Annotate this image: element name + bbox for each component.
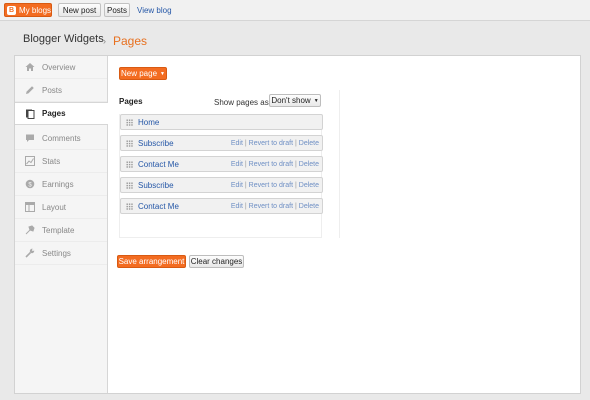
sidebar-item-posts[interactable]: Posts <box>15 79 107 102</box>
sidebar-item-label: Settings <box>42 248 71 258</box>
list-item[interactable]: Contact Me Edit | Revert to draft | Dele… <box>120 198 323 214</box>
pages-list: Home Subscribe Edit | Revert to draft | … <box>119 114 323 238</box>
sidebar-item-label: Stats <box>42 156 61 166</box>
edit-link[interactable]: Edit <box>231 182 243 189</box>
drag-handle-icon[interactable] <box>126 202 133 210</box>
blog-title: Blogger Widgets <box>23 33 104 45</box>
clear-changes-label: Clear changes <box>190 257 243 266</box>
chevron-down-icon: ▼ <box>160 70 165 77</box>
my-blogs-button[interactable]: B My blogs <box>4 3 52 17</box>
revert-to-draft-link[interactable]: Revert to draft <box>249 161 293 168</box>
sidebar-item-overview[interactable]: Overview <box>15 56 107 79</box>
chevron-down-icon: ▼ <box>313 97 319 104</box>
edit-link[interactable]: Edit <box>231 161 243 168</box>
sidebar-item-pages[interactable]: Pages <box>15 102 108 125</box>
list-item[interactable]: Subscribe Edit | Revert to draft | Delet… <box>120 177 323 193</box>
sidebar-item-comments[interactable]: Comments <box>15 127 107 150</box>
page-actions: Edit | Revert to draft | Delete <box>230 160 319 168</box>
home-icon <box>25 62 35 72</box>
main-panel: Overview Posts Pages Comments Stats $ Ea… <box>14 55 581 394</box>
new-page-button[interactable]: New page ▼ <box>119 67 167 80</box>
wrench-icon <box>25 248 35 258</box>
delete-link[interactable]: Delete <box>299 182 319 189</box>
sidebar-item-label: Layout <box>42 202 67 212</box>
sidebar-item-label: Earnings <box>42 179 74 189</box>
sidebar-item-stats[interactable]: Stats <box>15 150 107 173</box>
layout-icon <box>25 202 35 212</box>
show-pages-select[interactable]: Don't show ▼ <box>269 94 321 107</box>
edit-link[interactable]: Edit <box>231 140 243 147</box>
sidebar-item-label: Posts <box>42 85 63 95</box>
drag-handle-icon[interactable] <box>126 160 133 168</box>
sidebar-item-label: Template <box>42 225 75 235</box>
view-blog-link[interactable]: View blog <box>137 6 172 15</box>
list-item[interactable]: Subscribe Edit | Revert to draft | Delet… <box>120 135 323 151</box>
revert-to-draft-link[interactable]: Revert to draft <box>249 203 293 210</box>
sidebar-item-settings[interactable]: Settings <box>15 242 107 265</box>
drag-handle-icon[interactable] <box>126 118 133 126</box>
sidebar: Overview Posts Pages Comments Stats $ Ea… <box>15 56 108 393</box>
posts-label: Posts <box>106 5 127 15</box>
blogger-logo-icon: B <box>7 5 16 15</box>
top-bar: B My blogs New post Posts View blog <box>0 0 590 21</box>
page-link[interactable]: Subscribe <box>138 181 231 190</box>
page-actions: Edit | Revert to draft | Delete <box>230 202 319 210</box>
comment-icon <box>25 133 35 143</box>
stats-icon <box>25 156 35 166</box>
my-blogs-label: My blogs <box>19 5 52 15</box>
page-link[interactable]: Contact Me <box>138 202 231 211</box>
new-page-label: New page <box>121 69 158 78</box>
pages-section: Pages Show pages as Don't show ▼ Home Su… <box>117 90 340 238</box>
sidebar-item-label: Comments <box>42 133 81 143</box>
clear-changes-button[interactable]: Clear changes <box>189 255 244 268</box>
sidebar-item-template[interactable]: Template <box>15 219 107 242</box>
page-actions: Edit | Revert to draft | Delete <box>230 181 319 189</box>
drag-handle-icon[interactable] <box>126 181 133 189</box>
list-item[interactable]: Home <box>120 114 323 130</box>
new-post-button[interactable]: New post <box>58 3 101 17</box>
show-pages-label: Show pages as <box>214 98 269 107</box>
template-icon <box>25 225 35 235</box>
save-arrangement-button[interactable]: Save arrangement <box>117 255 186 268</box>
sidebar-item-layout[interactable]: Layout <box>15 196 107 219</box>
sidebar-item-label: Overview <box>42 62 76 72</box>
page-title: Pages <box>113 34 148 48</box>
page-link[interactable]: Subscribe <box>138 139 231 148</box>
pencil-icon <box>25 85 35 95</box>
delete-link[interactable]: Delete <box>299 161 319 168</box>
list-item[interactable]: Contact Me Edit | Revert to draft | Dele… <box>120 156 323 172</box>
delete-link[interactable]: Delete <box>299 203 319 210</box>
pages-icon <box>25 109 35 119</box>
page-actions: Edit | Revert to draft | Delete <box>230 139 319 147</box>
new-post-label: New post <box>62 5 97 15</box>
sidebar-item-label: Pages <box>42 109 66 118</box>
show-pages-value: Don't show <box>271 96 311 105</box>
sidebar-item-earnings[interactable]: $ Earnings <box>15 173 107 196</box>
save-arrangement-label: Save arrangement <box>118 257 185 266</box>
revert-to-draft-link[interactable]: Revert to draft <box>249 140 293 147</box>
edit-link[interactable]: Edit <box>231 203 243 210</box>
delete-link[interactable]: Delete <box>299 140 319 147</box>
page-link[interactable]: Contact Me <box>138 160 231 169</box>
drag-handle-icon[interactable] <box>126 139 133 147</box>
revert-to-draft-link[interactable]: Revert to draft <box>249 182 293 189</box>
breadcrumb-separator: › <box>103 36 106 46</box>
earnings-icon: $ <box>25 179 35 189</box>
pages-heading: Pages <box>119 97 143 106</box>
page-link[interactable]: Home <box>138 118 322 127</box>
posts-button[interactable]: Posts <box>104 3 130 17</box>
